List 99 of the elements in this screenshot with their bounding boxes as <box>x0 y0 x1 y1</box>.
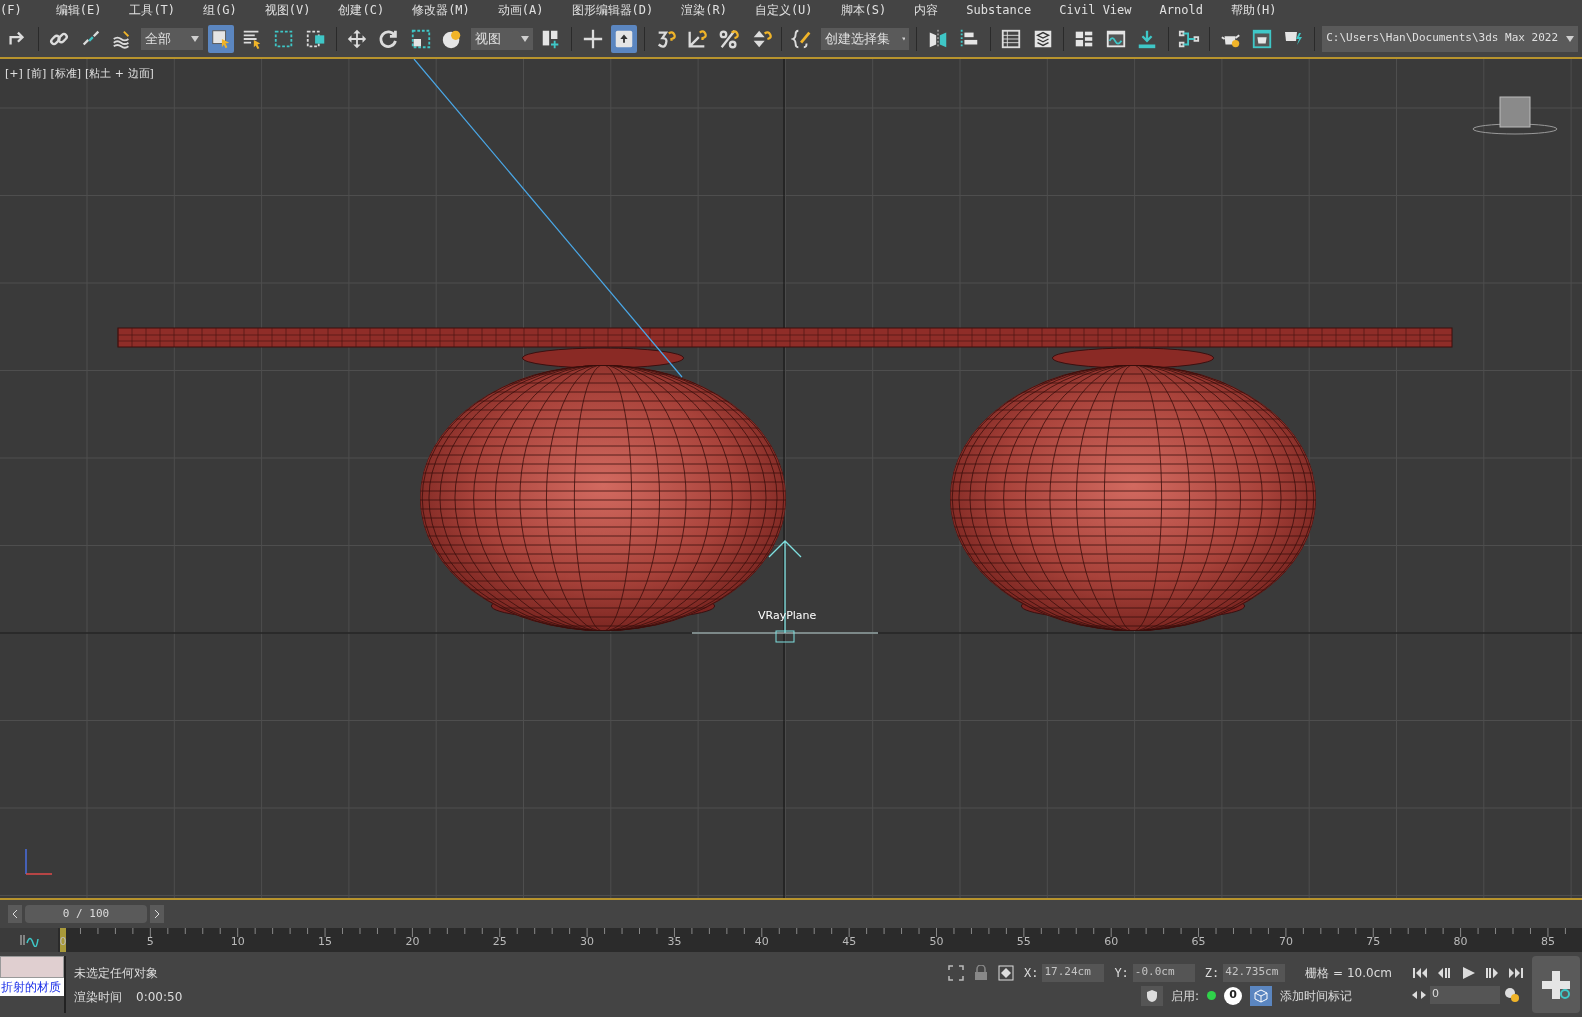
time-tag-button[interactable] <box>1250 985 1272 1006</box>
frame-number: 15 <box>318 936 333 947</box>
caret-icon <box>520 35 529 42</box>
lock-icon[interactable] <box>973 964 988 981</box>
move-arrows-icon <box>346 27 369 50</box>
caret-icon <box>190 35 199 42</box>
caret-icon <box>901 35 906 42</box>
frame-number: 5 <box>146 936 154 947</box>
previous-key-icon[interactable] <box>1436 965 1452 980</box>
isolate-button[interactable] <box>1140 985 1163 1006</box>
clock-gear-icon[interactable] <box>1504 986 1520 1003</box>
menu-item[interactable]: 组(G) <box>189 1 251 19</box>
toolbar-button[interactable] <box>610 24 638 53</box>
menu-item[interactable]: 自定义(U) <box>740 1 827 19</box>
next-frame-button[interactable] <box>150 905 164 923</box>
time-slider-marker[interactable] <box>60 928 66 952</box>
menu-item[interactable]: 视图(V) <box>250 1 325 19</box>
frame-number: 80 <box>1453 936 1468 947</box>
frame-number: 65 <box>1191 936 1206 947</box>
time-slider-thumb[interactable]: 0 / 100 <box>25 905 147 923</box>
coordinate-field[interactable]: -0.0cm <box>1132 963 1195 982</box>
material-swatch[interactable] <box>0 956 64 978</box>
select-cursor-icon <box>209 27 232 50</box>
menu-item[interactable]: 创建(C) <box>324 1 399 19</box>
left-right-arrows-icon[interactable] <box>1412 989 1426 1000</box>
coordinate-label: Y: <box>1114 964 1129 982</box>
frame-number: 40 <box>754 936 769 947</box>
frame-number: 25 <box>492 936 507 947</box>
viewport-label[interactable]: [粘土 + 边面] <box>85 66 154 83</box>
coordinate-label: Z: <box>1204 964 1220 982</box>
transform-mode-icon[interactable] <box>997 964 1014 981</box>
menu-item[interactable]: 编辑(E) <box>41 1 116 19</box>
previous-frame-button[interactable] <box>8 905 22 923</box>
percent-icon <box>718 27 740 50</box>
menu-item[interactable]: 脚本(S) <box>826 1 901 19</box>
go-to-end-icon[interactable] <box>1508 965 1524 980</box>
menu-item[interactable]: Civil View <box>1045 1 1146 19</box>
frame-number: 0 <box>59 936 67 947</box>
viewport-label[interactable]: [+] <box>5 66 23 83</box>
menu-item[interactable]: 修改器(M) <box>398 1 484 19</box>
add-key-button[interactable] <box>1532 956 1580 1013</box>
enable-label: 启用: <box>1170 987 1199 1005</box>
frame-number: 55 <box>1016 936 1031 947</box>
viewport-label[interactable]: [标准] <box>50 66 81 83</box>
crosshair-icon <box>581 27 604 50</box>
selection-status: 未选定任何对象 <box>74 964 159 982</box>
shield-icon <box>1145 988 1158 1003</box>
teapot-bolt-icon <box>1284 31 1304 46</box>
viewport-label[interactable]: [前] <box>26 66 47 83</box>
curve-editor-icon[interactable] <box>19 933 39 947</box>
dropdown[interactable]: 视图 <box>470 27 533 50</box>
grid-size: 栅格 = 10.0cm <box>1305 964 1392 982</box>
menu-item[interactable]: Substance <box>952 1 1046 19</box>
material-name[interactable]: 折射的材质 <box>0 978 64 996</box>
cube-icon <box>1254 988 1268 1003</box>
view-cube-icon <box>1472 96 1558 135</box>
chevron-left-icon <box>12 909 18 919</box>
render-time-label: 渲染时间 <box>74 988 122 1006</box>
path-dropdown[interactable]: C:\Users\Han\Documents\3ds Max 2022 <box>1322 25 1578 52</box>
toolbar-button[interactable] <box>207 24 235 53</box>
go-to-start-icon[interactable] <box>1412 965 1428 980</box>
teapot-window-icon <box>1251 27 1274 50</box>
menu-item[interactable]: 帮助(H) <box>1216 1 1291 19</box>
menu-item[interactable]: 内容 <box>900 1 953 19</box>
add-time-tag[interactable]: 添加时间标记 <box>1280 986 1352 1005</box>
angle-icon <box>686 27 709 50</box>
menu-item[interactable]: 渲染(R) <box>667 1 741 19</box>
frame-number: 35 <box>667 936 682 947</box>
coordinate-field[interactable]: 42.735cm <box>1223 963 1286 982</box>
chevron-right-icon <box>154 909 160 919</box>
rotate-icon <box>378 27 400 50</box>
menu-item[interactable]: 图形编辑器(D) <box>557 1 668 19</box>
frame-field[interactable]: 0 <box>1430 985 1500 1004</box>
coordinate-label: X: <box>1023 964 1039 982</box>
frame-number: 45 <box>842 936 857 947</box>
axis-tripod-icon <box>25 848 53 875</box>
frame-number: 60 <box>1104 936 1119 947</box>
frame-number: 50 <box>929 936 944 947</box>
coordinate-field[interactable]: 17.24cm <box>1042 963 1105 982</box>
frame-number: 30 <box>580 936 595 947</box>
menu-item[interactable]: (F) <box>0 1 42 19</box>
frame-number: 70 <box>1278 936 1293 947</box>
dropdown[interactable]: 全部 <box>140 27 203 50</box>
menu-item[interactable]: 动画(A) <box>483 1 558 19</box>
render-time: 0:00:50 <box>136 988 183 1006</box>
menu-item[interactable]: Arnold <box>1145 1 1217 19</box>
menu-item[interactable]: 工具(T) <box>115 1 190 19</box>
dropdown[interactable]: 创建选择集 <box>820 27 910 50</box>
frame-corners-icon[interactable] <box>947 964 964 981</box>
play-icon[interactable] <box>1460 965 1476 980</box>
next-key-icon[interactable] <box>1484 965 1500 980</box>
frame-number: 85 <box>1540 936 1555 947</box>
frame-number: 75 <box>1366 936 1381 947</box>
count-badge: 0 <box>1224 986 1242 1005</box>
table-icon <box>999 27 1022 50</box>
caret-icon <box>1566 35 1574 42</box>
scale-icon <box>409 27 432 50</box>
frame-number: 10 <box>230 936 245 947</box>
frame-number: 20 <box>405 936 420 947</box>
